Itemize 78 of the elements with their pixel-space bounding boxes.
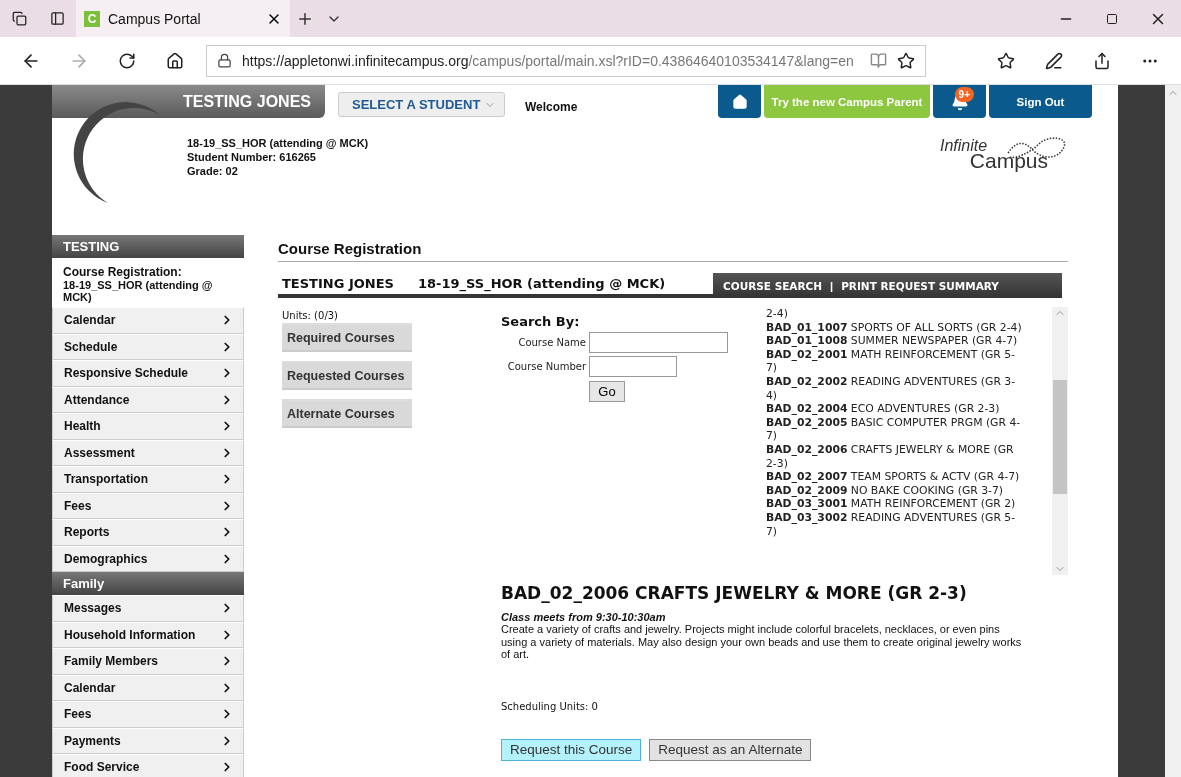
field-label: Course Number [506, 361, 586, 372]
sidebar-item[interactable]: Assessment [52, 439, 244, 466]
scroll-thumb[interactable] [1053, 380, 1067, 494]
print-summary-link[interactable]: PRINT REQUEST SUMMARY [841, 279, 999, 292]
input-field[interactable] [589, 332, 728, 353]
course-list-item[interactable]: BAD_03_3001 MATH REINFORCEMENT (GR 2) [766, 497, 1022, 511]
sidebar-item[interactable]: Attendance [52, 386, 244, 413]
sidebar-item[interactable]: Calendar [52, 674, 244, 701]
student-name-bar: TESTING JONES [52, 85, 325, 118]
url-text: https://appletonwi.infinitecampus.org/campus/portal/main.xsl?rID=0.43864640103534147&lang=en [242, 52, 855, 69]
course-list-item[interactable]: BAD_02_2001 MATH REINFORCEMENT (GR 5-7) [766, 347, 1022, 375]
sidebar-item[interactable]: Health [52, 413, 244, 440]
sign-out-button[interactable]: Sign Out [989, 85, 1092, 118]
course-category-button[interactable]: Required Courses [282, 323, 412, 352]
course-category-button[interactable]: Alternate Courses [282, 399, 412, 428]
welcome-text: Welcome [525, 100, 578, 114]
sidebar-item[interactable]: Fees [52, 492, 244, 519]
student-name: TESTING JONES [282, 276, 394, 291]
scheduling-units-text: Scheduling Units: 0 [501, 700, 599, 712]
course-search-link[interactable]: COURSE SEARCH [723, 279, 823, 292]
sidebar-item[interactable]: Household Information [52, 621, 244, 648]
course-list-item[interactable]: BAD_02_2005 BASIC COMPUTER PRGM (GR 4-7) [766, 415, 1022, 443]
meeting-time-text: Class meets from 9:30-10:30am [501, 611, 667, 623]
sidebar-item[interactable]: Schedule [52, 333, 244, 360]
request-course-button[interactable]: Request this Course [501, 738, 642, 761]
tab-title: Campus Portal [108, 10, 202, 27]
page-scrollbar[interactable] [1165, 85, 1181, 777]
course-list-item[interactable]: BAD_01_1007 SPORTS OF ALL SORTS (GR 2-4) [766, 320, 1022, 335]
sidebar-item[interactable]: Responsive Schedule [52, 360, 244, 387]
current-page-text: Course Registration: [63, 265, 183, 279]
sidebar-section-header: Family [52, 572, 244, 595]
home-icon [731, 93, 748, 110]
sidebar-item[interactable]: Payments [52, 727, 244, 754]
reading-view-icon[interactable] [870, 52, 887, 69]
course-list[interactable] [763, 307, 1068, 575]
course-title: BAD_02_2006 CRAFTS JEWELRY & MORE (GR 2-3) [501, 583, 968, 603]
calendar-name: 18-19_SS_HOR (attending @ MCK) [417, 276, 666, 291]
student-info-text: Grade: 02 [187, 165, 239, 177]
field-label: Course Name [517, 337, 586, 348]
sidebar-item[interactable]: Demographics [52, 545, 244, 572]
scrollbar[interactable] [1052, 307, 1068, 575]
student-info-text: Student Number: 616265 [187, 151, 317, 163]
course-category-button[interactable]: Requested Courses [282, 361, 412, 390]
sidebar-section-header: TESTING [52, 235, 244, 258]
course-list-item[interactable]: BAD_02_2006 CRAFTS JEWELRY & MORE (GR 2-3) [766, 442, 1022, 471]
course-list-item[interactable]: BAD_02_2002 READING ADVENTURES (GR 3-4) [766, 374, 1022, 403]
sidebar-item[interactable]: Food Service [52, 754, 244, 777]
course-list-item[interactable]: 2-4) [766, 307, 1022, 321]
units-text: Units: (0/3) [282, 310, 339, 321]
sidebar-item[interactable]: Calendar [52, 307, 244, 334]
sidebar-item[interactable]: Fees [52, 701, 244, 728]
course-list-item[interactable]: BAD_02_2007 TEAM SPORTS & ACTV (GR 4-7) [766, 470, 1022, 484]
course-list-item[interactable]: BAD_02_2004 ECO ADVENTURES (GR 2-3) [766, 402, 1022, 416]
course-list-item[interactable]: BAD_02_2009 NO BAKE COOKING (GR 3-7) [766, 483, 1022, 498]
sidebar-item[interactable]: Messages [52, 595, 244, 622]
search-title: Search By: [501, 314, 581, 329]
home-button[interactable] [718, 85, 761, 118]
browser-tab[interactable]: C Campus Portal [76, 0, 290, 37]
request-alternate-button[interactable]: Request as an Alternate [649, 738, 812, 761]
select-student-dropdown[interactable]: SELECT A STUDENT [338, 92, 505, 117]
lock-icon [217, 53, 232, 68]
course-list-item[interactable]: BAD_03_3002 READING ADVENTURES (GR 5-7) [766, 510, 1022, 539]
sidebar-item[interactable]: Transportation [52, 466, 244, 493]
student-info-text: 18-19_SS_HOR (attending @ MCK) [187, 137, 369, 149]
address-field[interactable]: https://appletonwi.infinitecampus.org/campus/portal/main.xsl?rID=0.43864640103534147&lang=en [206, 44, 926, 77]
favicon: C [84, 10, 100, 27]
current-page-detail: 18-19_SS_HOR (attending @ MCK) [63, 279, 214, 303]
sidebar-item[interactable]: Reports [52, 519, 244, 546]
course-list-item[interactable]: BAD_01_1008 SUMMER NEWSPAPER (GR 4-7) [766, 334, 1022, 348]
input-field[interactable] [589, 356, 677, 377]
page-title: Course Registration [278, 240, 1068, 262]
course-description: Create a variety of crafts and jewelry. Projects might include colorful bracelets, necklaces, or even pins using a variety of materials. May also design your own beads and use them to create original jewelry works of art. [501, 623, 1023, 661]
star-icon[interactable] [897, 51, 915, 70]
separator-text: | [830, 279, 834, 292]
logo-text: Infinite [940, 137, 988, 154]
sidebar-item[interactable]: Family Members [52, 648, 244, 675]
notification-badge: 9+ [954, 87, 974, 102]
go-button[interactable]: Go [589, 381, 625, 402]
